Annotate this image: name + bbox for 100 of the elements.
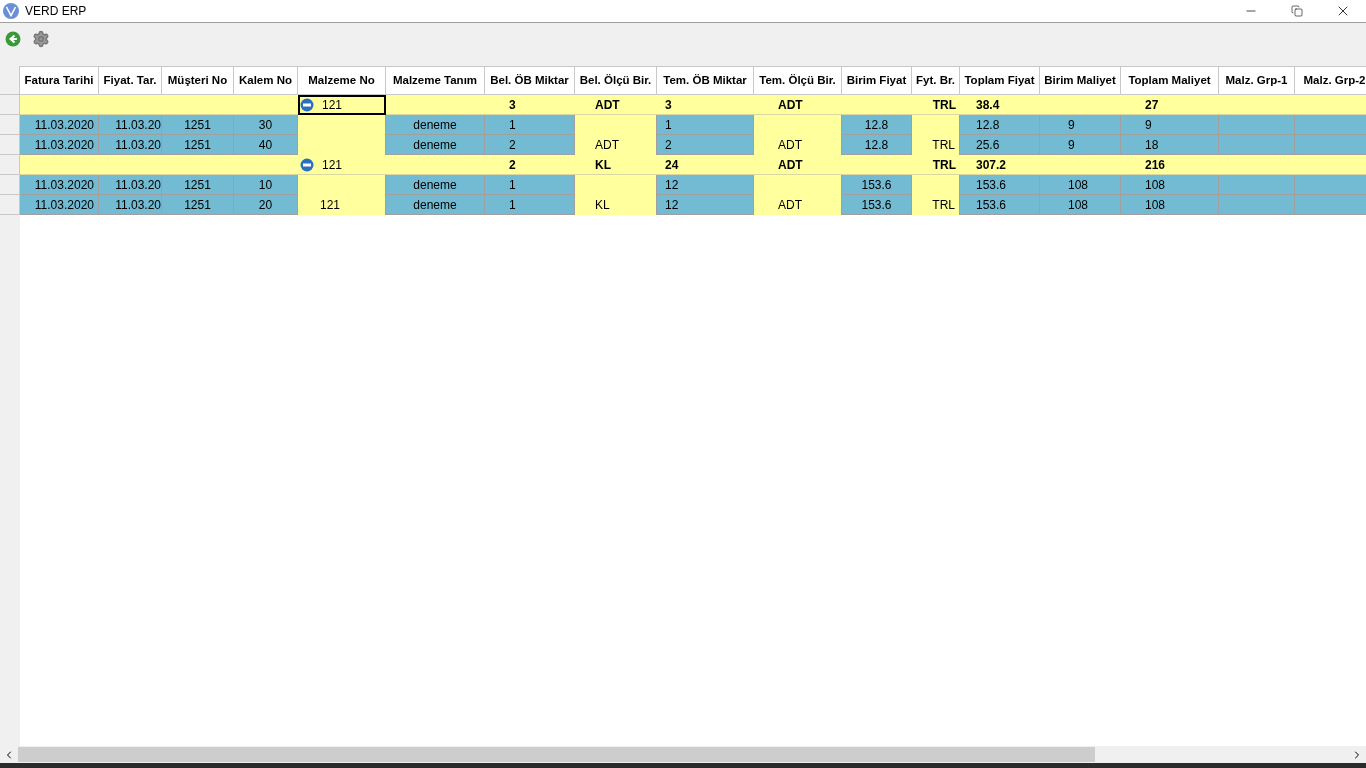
toolbar-button[interactable] bbox=[32, 30, 50, 48]
table-cell: 1251 bbox=[162, 135, 234, 155]
table-cell: 3 bbox=[485, 95, 575, 115]
table-cell: 121 bbox=[298, 195, 386, 215]
table-cell: 20 bbox=[234, 195, 298, 215]
table-cell: 1251 bbox=[162, 195, 234, 215]
column-header[interactable]: Müşteri No bbox=[162, 66, 234, 95]
table-cell: 18 bbox=[1121, 135, 1219, 155]
row-header[interactable] bbox=[0, 135, 20, 155]
row-header[interactable] bbox=[0, 155, 20, 175]
table-cell: 153.6 bbox=[960, 175, 1040, 195]
table-cell: deneme bbox=[386, 195, 485, 215]
table-cell: 121 bbox=[298, 155, 386, 175]
table-cell: 12.8 bbox=[842, 135, 912, 155]
table-cell: TRL bbox=[912, 95, 960, 115]
column-header[interactable]: Bel. ÖB Miktar bbox=[485, 66, 575, 95]
scrollbar-thumb[interactable] bbox=[18, 747, 1095, 762]
table-cell: 2 bbox=[485, 155, 575, 175]
table-cell: 153.6 bbox=[842, 175, 912, 195]
table-cell: 12 bbox=[657, 175, 754, 195]
table-cell: 2 bbox=[657, 135, 754, 155]
settings-icon bbox=[32, 30, 50, 48]
table-cell: 1251 bbox=[162, 175, 234, 195]
table-cell: 12.8 bbox=[960, 115, 1040, 135]
table-cell: 1 bbox=[485, 195, 575, 215]
table-cell: 38.4 bbox=[960, 95, 1040, 115]
table-cell: 153.6 bbox=[960, 195, 1040, 215]
table-cell: 27 bbox=[1121, 95, 1219, 115]
table-cell: 12.8 bbox=[842, 115, 912, 135]
column-header[interactable]: Birim Fiyat bbox=[842, 66, 912, 95]
table-cell: 11.03.2020 bbox=[20, 115, 99, 135]
table-cell: ADT bbox=[575, 95, 657, 115]
table-cell: ADT bbox=[575, 135, 657, 155]
table-cell: 1 bbox=[485, 175, 575, 195]
column-header[interactable]: Malzeme Tanım bbox=[386, 66, 485, 95]
collapse-icon[interactable] bbox=[300, 157, 314, 172]
row-header[interactable] bbox=[0, 175, 20, 195]
table-cell: KL bbox=[575, 155, 657, 175]
row-header[interactable] bbox=[0, 95, 20, 115]
column-header[interactable]: Fyt. Br. bbox=[912, 66, 960, 95]
table-cell: KL bbox=[575, 195, 657, 215]
column-header[interactable]: Malzeme No bbox=[298, 66, 386, 95]
column-header[interactable]: Fiyat. Tar. bbox=[99, 66, 162, 95]
table-cell: ADT bbox=[754, 95, 842, 115]
table-cell: 24 bbox=[657, 155, 754, 175]
column-header[interactable]: Kalem No bbox=[234, 66, 298, 95]
table-cell: 108 bbox=[1121, 195, 1219, 215]
table-cell: 108 bbox=[1040, 175, 1121, 195]
column-header[interactable]: Toplam Maliyet bbox=[1121, 66, 1219, 95]
table-cell bbox=[234, 95, 298, 115]
table-cell: ADT bbox=[754, 135, 842, 155]
collapse-icon[interactable] bbox=[300, 97, 314, 112]
table-cell: 3 bbox=[657, 95, 754, 115]
column-header[interactable]: Toplam Fiyat bbox=[960, 66, 1040, 95]
table-cell: deneme bbox=[386, 115, 485, 135]
table-cell: 121 bbox=[298, 95, 386, 115]
table-cell: 1 bbox=[485, 115, 575, 135]
table-cell: 1 bbox=[657, 115, 754, 135]
table-cell: ADT bbox=[754, 195, 842, 215]
table-cell: 40 bbox=[234, 135, 298, 155]
table-cell: 10 bbox=[234, 175, 298, 195]
app-logo-icon bbox=[3, 3, 19, 19]
table-cell: 9 bbox=[1121, 115, 1219, 135]
column-header[interactable]: Fatura Tarihi bbox=[20, 66, 99, 95]
table-cell: 108 bbox=[1121, 175, 1219, 195]
table-cell: ADT bbox=[754, 155, 842, 175]
table-cell: 9 bbox=[1040, 115, 1121, 135]
restore-icon bbox=[1291, 5, 1303, 17]
table-cell: 12 bbox=[657, 195, 754, 215]
horizontal-scrollbar[interactable] bbox=[0, 746, 1366, 763]
table-cell: 108 bbox=[1040, 195, 1121, 215]
toolbar-button[interactable] bbox=[4, 30, 22, 48]
column-header[interactable]: Bel. Ölçü Bir. bbox=[575, 66, 657, 95]
table-cell bbox=[1295, 95, 1366, 115]
row-header[interactable] bbox=[0, 195, 20, 215]
table-cell: deneme bbox=[386, 175, 485, 195]
table-cell: 25.6 bbox=[960, 135, 1040, 155]
table-cell: 11.03.2020 bbox=[20, 195, 99, 215]
table-cell: 11.03.2020 bbox=[20, 175, 99, 195]
table-cell: 11.03.20 bbox=[99, 135, 162, 155]
table-cell: TRL bbox=[912, 195, 960, 215]
table-cell: 11.03.2020 bbox=[20, 135, 99, 155]
table-cell: 307.2 bbox=[960, 155, 1040, 175]
column-header[interactable]: Malz. Grp-2 bbox=[1295, 66, 1366, 95]
column-header[interactable]: Tem. ÖB Miktar bbox=[657, 66, 754, 95]
table-cell: TRL bbox=[912, 135, 960, 155]
table-cell: 11.03.20 bbox=[99, 115, 162, 135]
table-cell: deneme bbox=[386, 135, 485, 155]
table-cell: 30 bbox=[234, 115, 298, 135]
table-cell: TRL bbox=[912, 155, 960, 175]
table-cell: 153.6 bbox=[842, 195, 912, 215]
row-header[interactable] bbox=[0, 115, 20, 135]
table-cell: 1251 bbox=[162, 115, 234, 135]
table-cell: 9 bbox=[1040, 135, 1121, 155]
column-header[interactable]: Tem. Ölçü Bir. bbox=[754, 66, 842, 95]
window-title: VERD ERP bbox=[25, 3, 87, 20]
table-cell: 11.03.20 bbox=[99, 195, 162, 215]
column-header[interactable]: Birim Maliyet bbox=[1040, 66, 1121, 95]
column-header[interactable]: Malz. Grp-1 bbox=[1219, 66, 1295, 95]
table-cell bbox=[1295, 155, 1366, 175]
